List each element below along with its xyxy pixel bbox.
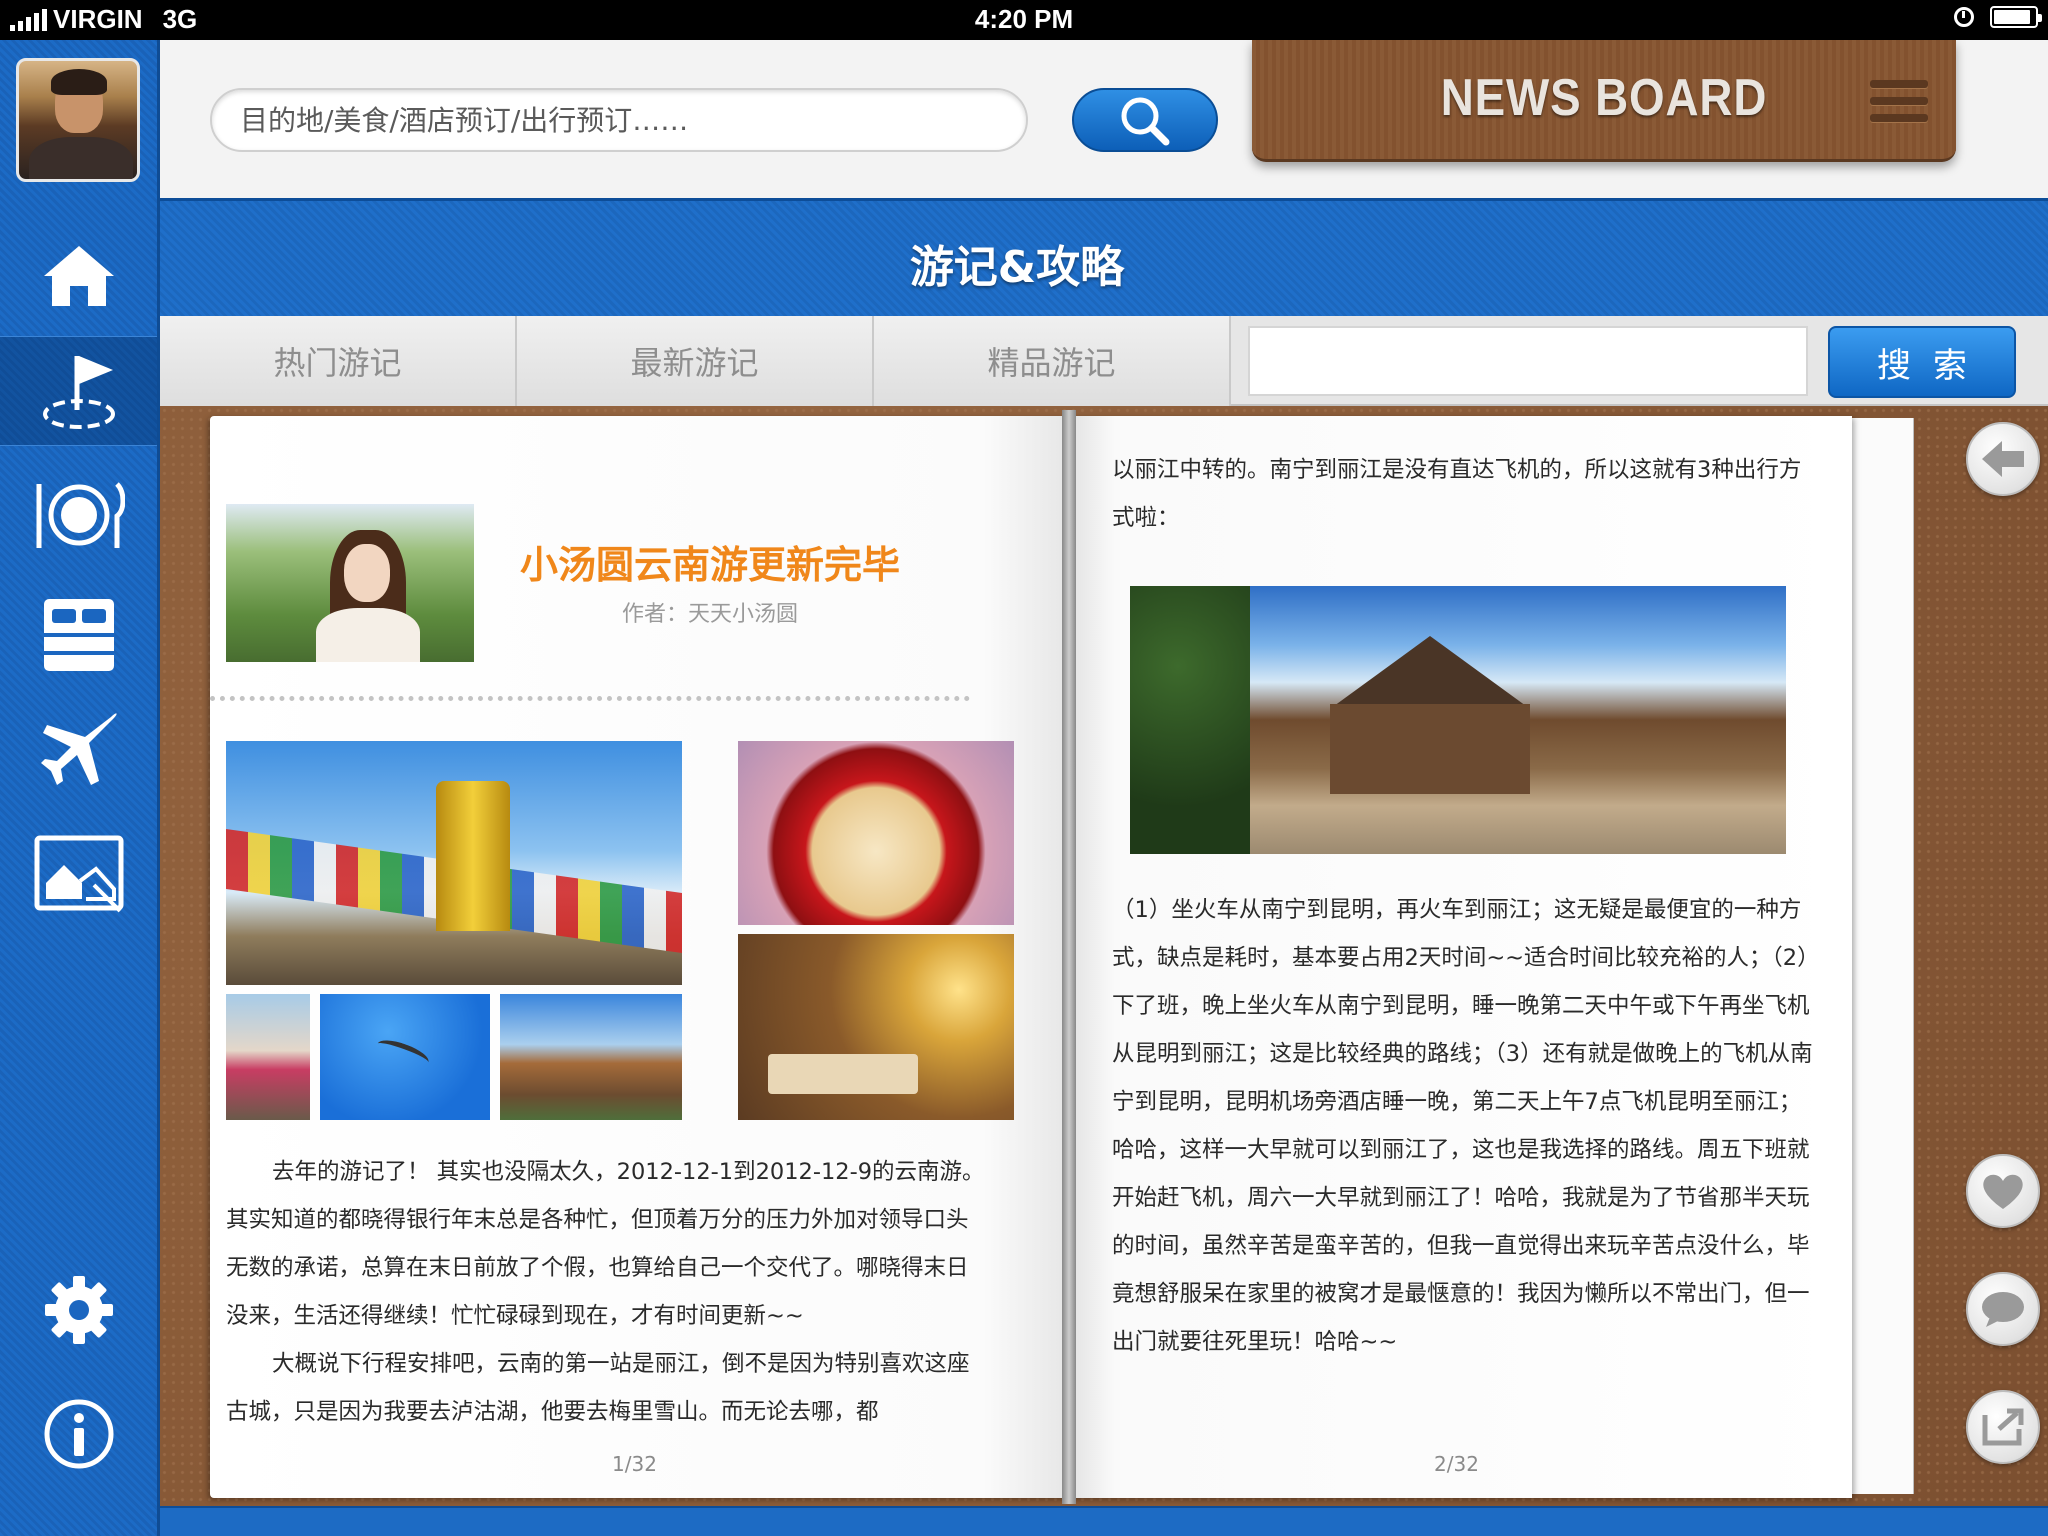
back-button[interactable]: [1966, 422, 2040, 496]
user-avatar[interactable]: [16, 58, 140, 182]
sidebar-item-hotel[interactable]: [0, 580, 157, 690]
battery-icon: [1990, 6, 2042, 28]
article-author: 作者：天天小汤圆: [621, 602, 798, 627]
photo-golden-prayer-wheel[interactable]: [226, 741, 682, 985]
news-board-panel[interactable]: NEWS BOARD: [1252, 40, 1956, 162]
paragraph: 大概说下行程安排吧，云南的第一站是丽江，倒不是因为特别喜欢这座古城，只是因为我要…: [226, 1351, 970, 1425]
article-title: 小汤圆云南游更新完毕: [519, 543, 900, 587]
info-icon: [44, 1399, 113, 1469]
book-viewer: 小汤圆云南游更新完毕 作者：天天小汤圆 去年的游记了！ 其实也没隔太久，2012…: [160, 406, 2048, 1506]
section-title: 游记&攻略: [909, 242, 1125, 293]
global-search-box: [210, 88, 1028, 152]
clock-icon: [1954, 7, 1974, 27]
header-bar: NEWS BOARD: [160, 40, 2048, 198]
tab-latest-travelogues[interactable]: 最新游记: [517, 316, 874, 406]
photo-noodle-bowl[interactable]: [738, 741, 1014, 925]
section-header: 游记&攻略: [160, 198, 2048, 316]
heart-icon: [1983, 1174, 2023, 1209]
global-search-input[interactable]: [240, 100, 880, 140]
photo-pavilion[interactable]: [500, 994, 682, 1120]
sidebar: [0, 40, 160, 1536]
hotel-bed-icon: [43, 599, 114, 671]
page-number-right: 2/32: [1434, 1452, 1479, 1476]
status-bar: VIRGIN 3G 4:20 PM: [0, 0, 2048, 40]
travel-flag-icon: [42, 356, 115, 429]
photo-hotel-room[interactable]: [738, 934, 1014, 1120]
back-arrow-icon: [1982, 441, 2024, 477]
tab-bar: 热门游记 最新游记 精品游记 搜索: [160, 316, 2048, 406]
app-screen: { "status_bar": { "carrier": "VIRGIN", "…: [0, 0, 2048, 1536]
share-icon: [1982, 1408, 2024, 1446]
sidebar-item-gallery[interactable]: [0, 820, 157, 930]
photo-gallery-icon: [34, 835, 123, 913]
global-search-button[interactable]: [1072, 88, 1218, 152]
comment-bubble-icon: [1982, 1292, 2024, 1327]
favorite-button[interactable]: [1966, 1154, 2040, 1228]
page-number-left: 1/32: [612, 1452, 657, 1476]
photo-bird-in-sky[interactable]: [320, 994, 490, 1120]
menu-icon[interactable]: [1870, 80, 1928, 122]
article-body-right: （1）坐火车从南宁到昆明，再火车到丽江；这无疑是最便宜的一种方式，缺点是耗时，基…: [1112, 897, 1820, 1355]
article-body-right-top: 以丽江中转的。南宁到丽江是没有直达飞机的，所以这就有3种出行方式啦：: [1112, 457, 1802, 531]
sidebar-item-flights[interactable]: [0, 696, 157, 806]
status-time: 4:20 PM: [974, 4, 1074, 34]
article-body-left: 去年的游记了！ 其实也没隔太久，2012-12-1到2012-12-9的云南游。…: [226, 1148, 986, 1436]
share-button[interactable]: [1966, 1390, 2040, 1464]
divider: [210, 696, 970, 701]
sidebar-item-home[interactable]: [0, 220, 157, 330]
airplane-icon: [40, 713, 117, 785]
home-icon: [43, 246, 114, 306]
travelogue-search-button[interactable]: 搜索: [1828, 326, 2016, 398]
travelogue-search-input[interactable]: [1248, 326, 1808, 396]
sidebar-item-travel[interactable]: [0, 336, 157, 446]
photo-traveler-portrait[interactable]: [226, 994, 310, 1120]
sidebar-item-dining[interactable]: [0, 460, 157, 570]
dining-icon: [36, 482, 125, 548]
book-spine: [1062, 410, 1076, 1504]
news-board-title: NEWS BOARD: [1440, 69, 1768, 127]
tab-featured-travelogues[interactable]: 精品游记: [874, 316, 1231, 406]
sidebar-item-info[interactable]: [0, 1384, 157, 1484]
bottom-strip: [160, 1506, 2048, 1536]
author-photo: [226, 504, 474, 662]
tab-hot-travelogues[interactable]: 热门游记: [160, 316, 517, 406]
paragraph: 去年的游记了！ 其实也没隔太久，2012-12-1到2012-12-9的云南游。…: [226, 1159, 985, 1329]
photo-old-town-street[interactable]: [1130, 586, 1786, 854]
comment-button[interactable]: [1966, 1272, 2040, 1346]
search-icon: [1121, 97, 1170, 146]
settings-gear-icon: [44, 1276, 113, 1344]
sidebar-item-settings[interactable]: [0, 1260, 157, 1360]
